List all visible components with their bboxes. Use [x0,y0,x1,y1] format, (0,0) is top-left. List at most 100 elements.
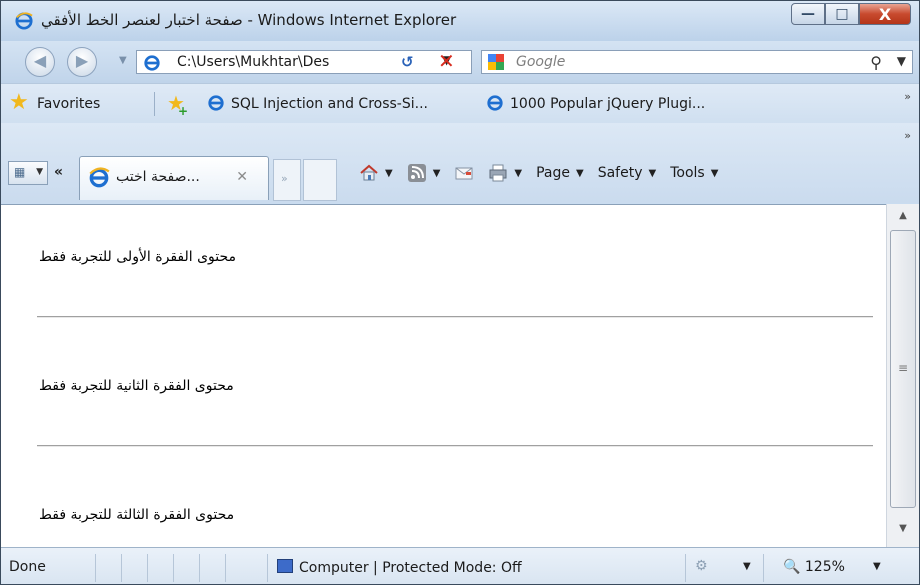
search-input[interactable]: Google [516,54,565,70]
window-title: صفحة اختبار لعنصر الخط الأفقي - Windows … [41,11,457,29]
tab-active[interactable]: ...صفحة اختب ✕ [79,156,269,200]
security-zone[interactable]: Computer | Protected Mode: Off [277,559,522,576]
google-icon [488,54,504,70]
feeds-dropdown[interactable]: ▼ [433,168,441,179]
favorite-link-label: SQL Injection and Cross-Si... [231,96,428,112]
protected-mode-dropdown[interactable]: ▼ [743,561,751,572]
zoom-icon: 🔍 [783,559,801,575]
print-icon [489,164,507,182]
print-dropdown[interactable]: ▼ [514,168,522,179]
command-bar: ▼ ▼ ▼ Page ▼ Safety ▼ Tools ▼ [359,159,732,187]
favorites-overflow-chevron-icon[interactable]: » [904,90,911,103]
scroll-down-arrow-icon[interactable]: ▼ [890,523,916,541]
home-icon [360,164,378,181]
search-options-dropdown[interactable]: ▼ [897,54,906,68]
favorite-link-label: 1000 Popular jQuery Plugi... [510,96,706,112]
divider [267,554,268,582]
paragraph-2: محتوى الفقرة الثانية للتجربة فقط [39,378,234,394]
search-icon[interactable]: ⚲ [870,53,882,72]
horizontal-rule [37,445,873,447]
zoom-level[interactable]: 🔍 125% [783,559,845,575]
address-row: ◀ ▶ ▼ C:\Users\Mukhtar\Des ▼ ↺ ✕ Google … [1,41,919,83]
divider [95,554,96,582]
protected-mode-icon[interactable]: ⚙ [695,558,708,574]
print-button[interactable]: ▼ [488,163,522,183]
ie-icon [89,167,110,188]
computer-zone-icon [277,559,293,573]
title-bar: صفحة اختبار لعنصر الخط الأفقي - Windows … [1,1,919,41]
minimize-button[interactable]: — [791,3,825,25]
quick-tabs-icon: ▦ [14,165,26,179]
divider [225,554,226,582]
paragraph-1: محتوى الفقرة الأولى للتجربة فقط [39,249,237,265]
safety-menu-label: Safety [597,165,643,181]
scroll-up-arrow-icon[interactable]: ▲ [890,210,916,228]
status-text: Done [9,559,46,575]
minimize-icon: — [801,6,815,22]
divider [173,554,174,582]
tab-label: ...صفحة اختب [116,169,200,185]
divider [685,554,686,582]
home-dropdown[interactable]: ▼ [385,168,393,179]
scrollbar-thumb[interactable]: ≡ [890,230,916,508]
close-tab-icon[interactable]: ✕ [236,169,248,185]
home-button[interactable]: ▼ [359,163,393,183]
paragraph-3: محتوى الفقرة الثالثة للتجربة فقط [39,507,235,523]
tools-menu-label: Tools [670,165,705,181]
tab-scroll-right[interactable]: » [273,159,301,201]
address-bar[interactable]: C:\Users\Mukhtar\Des ▼ [136,50,472,74]
ie-icon [15,12,33,30]
grip-icon: ≡ [898,361,909,375]
zoom-dropdown[interactable]: ▼ [873,561,881,572]
status-bar: Done Computer | Protected Mode: Off ⚙ ▼ … [1,547,919,584]
maximize-button[interactable]: □ [825,3,859,25]
close-button[interactable]: X [859,3,911,25]
forward-icon: ▶ [75,51,89,70]
tools-menu[interactable]: Tools ▼ [670,165,718,181]
chevron-down-icon: ▼ [648,167,657,179]
favorites-button[interactable]: Favorites [37,96,100,112]
tab-list-dropdown[interactable]: ▼ [36,167,43,177]
favorites-star-icon[interactable]: ★ [9,92,29,114]
maximize-icon: □ [835,6,849,22]
safety-menu[interactable]: Safety ▼ [598,165,657,181]
page-menu[interactable]: Page ▼ [536,165,584,181]
vertical-scrollbar[interactable]: ▲ ≡ ▼ [886,204,919,547]
ie-icon [144,55,160,71]
read-mail-button[interactable] [454,163,474,183]
back-button[interactable]: ◀ [25,47,55,77]
divider [154,92,155,116]
browser-window: صفحة اختبار لعنصر الخط الأفقي - Windows … [0,0,920,585]
chevron-down-icon: ▼ [576,167,584,179]
favorites-bar: ★ Favorites ★ + SQL Injection and Cross-S… [1,83,919,124]
tabs-row: ▦ ▼ « ...صفحة اختب ✕ » ▼ ▼ ▼ Page ▼ Safe… [1,123,919,203]
stop-icon[interactable]: ✕ [438,51,455,71]
divider [121,554,122,582]
zone-text: Computer | Protected Mode: Off [299,560,522,576]
ie-icon [208,95,224,111]
back-icon: ◀ [33,51,47,70]
divider [147,554,148,582]
address-input[interactable]: C:\Users\Mukhtar\Des [177,54,431,70]
zoom-value: 125% [804,559,845,575]
page-content: محتوى الفقرة الأولى للتجربة فقط محتوى ال… [1,204,886,548]
command-bar-overflow-chevron-icon[interactable]: » [904,129,911,142]
search-box[interactable]: Google ⚲ ▼ [481,50,913,74]
recent-pages-dropdown[interactable]: ▼ [119,55,127,66]
window-controls: — □ X [791,3,911,25]
feeds-button[interactable]: ▼ [407,163,441,183]
favorite-link-jquery-plugins[interactable]: 1000 Popular jQuery Plugi... [486,94,705,112]
close-icon: X [878,4,892,24]
tab-scroll-left-icon[interactable]: « [54,164,63,180]
add-favorite-icon[interactable]: ★ + [167,92,188,118]
refresh-icon[interactable]: ↺ [401,53,414,71]
chevron-right-icon: » [281,172,288,185]
new-tab-button[interactable] [303,159,337,201]
mail-icon [455,167,473,180]
divider [763,554,764,582]
rss-icon [407,164,426,182]
chevron-down-icon: ▼ [710,167,719,179]
favorite-link-sql-injection[interactable]: SQL Injection and Cross-Si... [207,94,428,112]
forward-button[interactable]: ▶ [67,47,97,77]
quick-tabs-button[interactable]: ▦ ▼ [8,161,48,185]
